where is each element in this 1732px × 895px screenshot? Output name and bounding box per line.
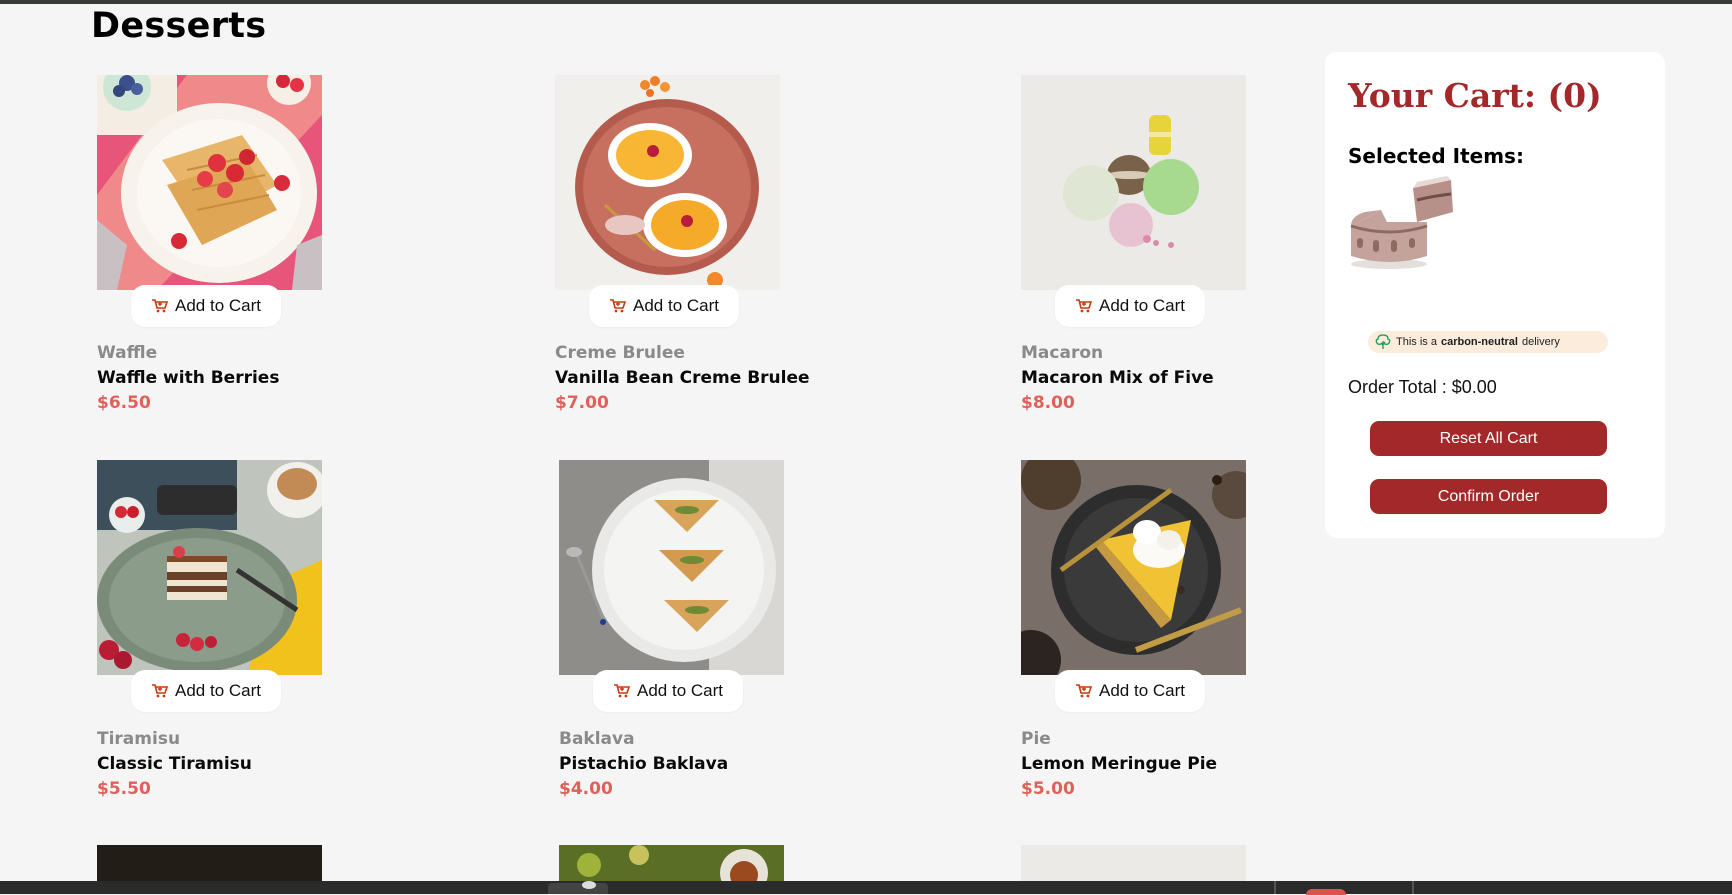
- taskbar-divider: [1412, 881, 1414, 894]
- product-price: $8.00: [1021, 393, 1075, 413]
- cart-panel: Your Cart: (0) Selected Items: This is a…: [1325, 52, 1665, 538]
- cart-icon: [151, 683, 169, 699]
- add-to-cart-label: Add to Cart: [637, 681, 723, 700]
- product-image-partial: [1021, 845, 1246, 881]
- product-category: Tiramisu: [97, 729, 181, 749]
- taskbar-divider: [1274, 881, 1276, 894]
- carbon-emphasis: carbon-neutral: [1440, 336, 1518, 348]
- product-image-waffle: [97, 75, 322, 290]
- product-price: $4.00: [559, 779, 613, 799]
- product-image-creme-brulee: [555, 75, 780, 290]
- product-name: Lemon Meringue Pie: [1021, 754, 1218, 774]
- carbon-suffix: delivery: [1521, 336, 1560, 348]
- taskbar-indicator: [1306, 889, 1346, 895]
- product-image-partial: [559, 845, 784, 895]
- cart-icon: [1075, 683, 1093, 699]
- product-price: $5.50: [97, 779, 151, 799]
- add-to-cart-button-creme-brulee[interactable]: Add to Cart: [589, 285, 739, 327]
- add-to-cart-label: Add to Cart: [1099, 681, 1185, 700]
- add-to-cart-button-tiramisu[interactable]: Add to Cart: [131, 670, 281, 712]
- cake-icon: [1347, 176, 1459, 277]
- carbon-prefix: This is a: [1396, 336, 1437, 348]
- product-category: Waffle: [97, 343, 158, 363]
- reset-all-cart-button[interactable]: Reset All Cart: [1370, 421, 1607, 456]
- window-top-border: [0, 0, 1732, 4]
- product-image-tiramisu: [97, 460, 322, 675]
- product-price: $6.50: [97, 393, 151, 413]
- order-total: Order Total : $0.00: [1348, 377, 1497, 397]
- product-category: Creme Brulee: [555, 343, 685, 363]
- cart-icon: [1075, 298, 1093, 314]
- product-image-partial: [97, 845, 322, 881]
- page-title: Desserts: [91, 6, 267, 46]
- product-category: Macaron: [1021, 343, 1104, 363]
- product-name: Classic Tiramisu: [97, 754, 252, 774]
- add-to-cart-button-baklava[interactable]: Add to Cart: [593, 670, 743, 712]
- product-name: Pistachio Baklava: [559, 754, 729, 774]
- selected-items-heading: Selected Items:: [1348, 144, 1524, 168]
- product-name: Vanilla Bean Creme Brulee: [555, 368, 810, 388]
- product-image-baklava: [559, 460, 784, 675]
- product-category: Pie: [1021, 729, 1051, 749]
- add-to-cart-button-macaron[interactable]: Add to Cart: [1055, 285, 1205, 327]
- add-to-cart-label: Add to Cart: [175, 296, 261, 315]
- add-to-cart-button-pie[interactable]: Add to Cart: [1055, 670, 1205, 712]
- confirm-order-button[interactable]: Confirm Order: [1370, 479, 1607, 514]
- scroll-handle[interactable]: [548, 881, 608, 894]
- product-price: $7.00: [555, 393, 609, 413]
- taskbar: [0, 881, 1732, 895]
- add-to-cart-label: Add to Cart: [1099, 296, 1185, 315]
- product-category: Baklava: [559, 729, 635, 749]
- add-to-cart-label: Add to Cart: [633, 296, 719, 315]
- tree-icon: [1374, 332, 1392, 353]
- cart-icon: [609, 298, 627, 314]
- product-price: $5.00: [1021, 779, 1075, 799]
- cart-title: Your Cart: (0): [1348, 76, 1602, 115]
- product-image-macaron: [1021, 75, 1246, 290]
- add-to-cart-label: Add to Cart: [175, 681, 261, 700]
- cart-icon: [151, 298, 169, 314]
- product-name: Macaron Mix of Five: [1021, 368, 1214, 388]
- product-name: Waffle with Berries: [97, 368, 280, 388]
- product-image-pie: [1021, 460, 1246, 675]
- cart-icon: [613, 683, 631, 699]
- add-to-cart-button-waffle[interactable]: Add to Cart: [131, 285, 281, 327]
- carbon-neutral-badge: This is a carbon-neutral delivery: [1368, 331, 1608, 353]
